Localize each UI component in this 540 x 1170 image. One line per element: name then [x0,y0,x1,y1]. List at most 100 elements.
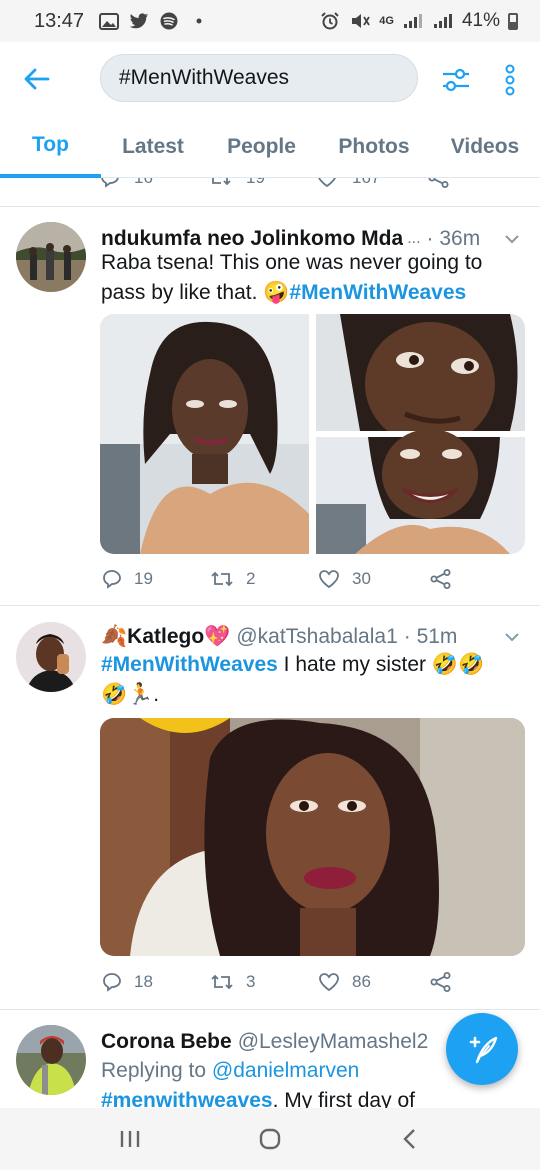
avatar[interactable] [16,222,86,292]
name-emoji-leaf: 🍂 [101,625,128,648]
reply-button[interactable]: 19 [102,569,210,589]
avatar[interactable] [16,622,86,692]
system-indicators: 4G 41% [319,10,518,32]
search-filter-button[interactable] [436,60,476,100]
back-arrow-icon [24,68,50,90]
home-icon [259,1128,281,1150]
hashtag-link[interactable]: #menwithweaves [101,1089,273,1108]
avatar[interactable] [16,1025,86,1095]
tweet-text: Raba tsena! This one was never going to … [101,251,483,304]
recents-icon [120,1131,140,1147]
username: ... [407,230,421,247]
retweet-count: 3 [246,972,256,991]
dot-icon [188,12,210,30]
battery-percent: 41% [461,10,500,31]
like-count: 30 [352,569,371,588]
search-input[interactable]: #MenWithWeaves [100,54,418,102]
emoji: 🤪 [263,281,290,304]
home-button[interactable] [240,1114,300,1164]
overflow-menu-button[interactable] [494,60,526,100]
photo-2[interactable] [316,314,525,446]
chevron-down-icon [505,234,519,243]
compose-tweet-button[interactable] [446,1013,518,1085]
display-name[interactable]: Katlego [127,625,204,649]
share-button[interactable] [430,972,452,992]
search-tabs: Top Latest People Photos Videos [0,116,540,178]
like-button[interactable]: 30 [318,569,430,589]
tab-latest[interactable]: Latest [101,116,205,178]
tweet-header: 🍂 Katlego 💖 @katTshabalala1 · 51m [101,622,522,652]
photo-1[interactable] [100,314,309,554]
reply-count: 16 [134,178,153,188]
share-icon [430,972,451,992]
like-button[interactable]: 86 [318,972,430,992]
mute-icon [349,12,371,30]
emoji: 🤣🏃. [101,683,160,706]
reply-icon [103,973,121,992]
retweet-count: 19 [246,178,265,188]
notification-icons [98,12,210,30]
more-vertical-icon [505,64,515,96]
signal-icon [402,12,424,30]
like-count: 167 [352,178,380,188]
name-emoji-heart: 💖 [204,625,231,648]
recent-apps-button[interactable] [100,1114,160,1164]
retweet-button[interactable]: 19 [208,178,316,188]
like-button[interactable]: 167 [316,178,428,188]
retweet-icon [212,178,231,186]
share-button[interactable] [430,569,452,589]
tweet-media-photo[interactable] [100,718,525,956]
reply-button[interactable]: 16 [100,178,208,188]
tab-photos[interactable]: Photos [318,116,430,178]
reply-icon [103,570,121,589]
search-header: #MenWithWeaves [0,42,540,116]
tab-videos[interactable]: Videos [430,116,540,178]
tweet-time: · 51m [403,625,458,648]
mention-link[interactable]: @danielmarven [212,1059,359,1082]
twitter-icon [128,12,150,30]
tweet-media[interactable] [100,314,525,554]
system-navigation-bar [0,1108,540,1170]
compose-feather-icon [469,1036,498,1064]
back-nav-button[interactable] [380,1114,440,1164]
spotify-icon [158,12,180,30]
heart-icon [318,178,336,188]
emoji: 🤣🤣 [431,653,485,676]
photo-3[interactable] [316,429,525,554]
tweet-actions: 19 2 30 [102,565,462,593]
heart-icon [319,570,339,589]
tweet-actions: 18 3 86 [102,968,462,996]
gallery-icon [98,12,120,30]
hashtag-link[interactable]: #MenWithWeaves [289,281,466,304]
retweet-icon [211,571,233,587]
like-count: 86 [352,972,371,991]
status-bar: 13:47 4G 41% [0,0,540,42]
retweet-button[interactable]: 2 [210,569,318,589]
signal-icon-2 [432,12,454,30]
replying-label: Replying to [101,1059,207,1082]
share-icon [428,178,449,188]
back-button[interactable] [0,42,74,116]
tweet-menu-button[interactable] [502,234,522,244]
back-chevron-icon [403,1129,415,1149]
share-button[interactable] [428,178,450,188]
previous-tweet-actions: 16 19 167 [100,178,520,190]
tweet-feed[interactable]: 16 19 167 [0,178,540,1108]
heart-icon [319,973,339,992]
reply-button[interactable]: 18 [102,972,210,992]
retweet-icon [211,974,233,990]
search-query: #MenWithWeaves [119,66,290,89]
tweet-menu-button[interactable] [502,632,522,642]
tab-top[interactable]: Top [0,116,101,178]
reply-count: 19 [134,569,153,588]
hashtag-link[interactable]: #MenWithWeaves [101,653,278,676]
tab-people[interactable]: People [205,116,318,178]
username: @katTshabalala1 [236,625,398,648]
display-name[interactable]: Corona Bebe [101,1030,232,1054]
retweet-button[interactable]: 3 [210,972,318,992]
sliders-icon [443,68,469,92]
tweet[interactable]: ndukumfa neo Jolinkomo Mda ... · 36m Rab… [0,207,540,605]
reply-icon [101,178,119,188]
reply-count: 18 [134,972,153,991]
tweet-text: #MenWithWeaves I hate my sister 🤣🤣 🤣🏃. [101,653,485,706]
